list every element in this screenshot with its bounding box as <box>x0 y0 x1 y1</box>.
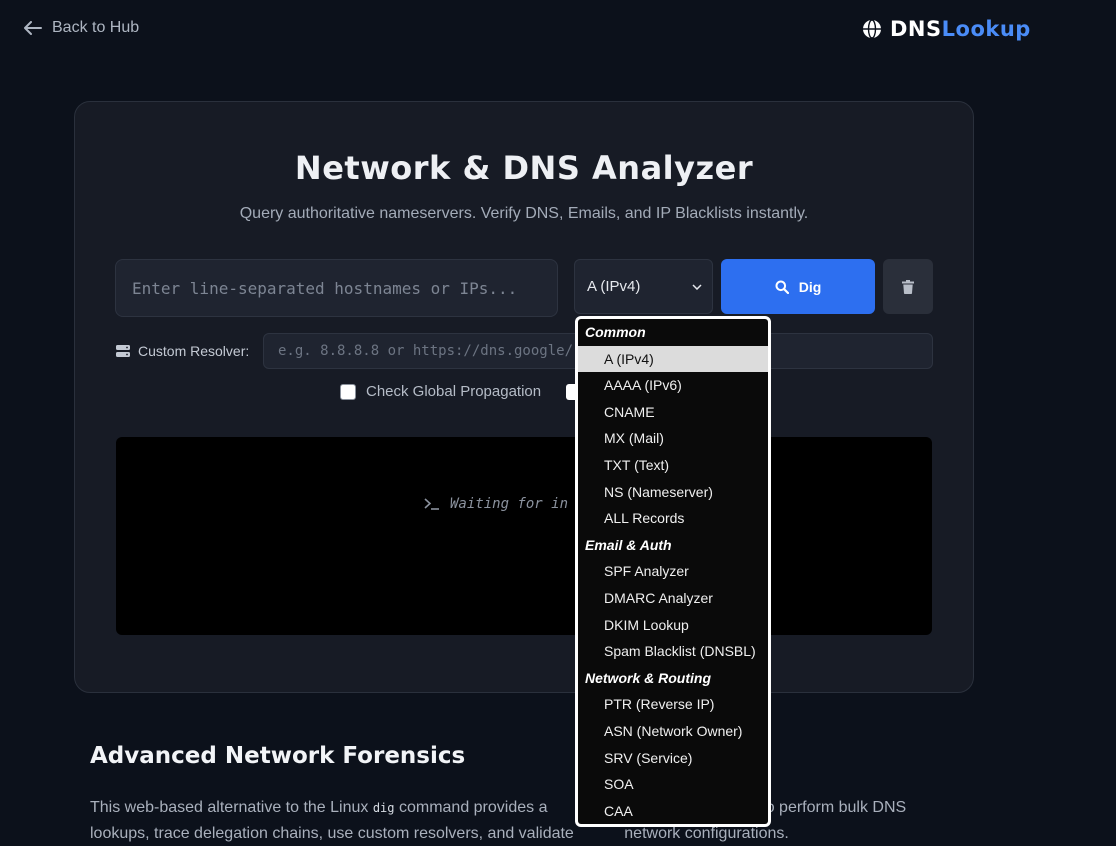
dig-button[interactable]: Dig <box>721 259 875 314</box>
search-icon <box>775 280 789 294</box>
dig-button-label: Dig <box>798 278 822 295</box>
record-type-select[interactable]: A (IPv4) <box>574 259 713 314</box>
global-propagation-checkbox[interactable] <box>340 383 356 400</box>
global-propagation-option[interactable]: Check Global Propagation <box>340 383 541 400</box>
forensics-section-text: This web-based alternative to the Linux … <box>90 795 970 846</box>
dropdown-option[interactable]: AAAA (IPv6) <box>578 372 768 399</box>
brand-logo[interactable]: DNSLookup <box>862 17 1031 41</box>
chevron-down-icon <box>692 283 702 290</box>
server-icon <box>116 345 130 357</box>
dropdown-option[interactable]: CAA <box>578 798 768 824</box>
back-to-hub-link[interactable]: Back to Hub <box>24 19 139 37</box>
terminal-prompt-icon <box>424 498 439 510</box>
dropdown-option[interactable]: SPF Analyzer <box>578 558 768 585</box>
back-to-hub-label: Back to Hub <box>52 19 140 36</box>
dropdown-option[interactable]: Spam Blacklist (DNSBL) <box>578 638 768 665</box>
section-text-pre: This web-based alternative to the Linux <box>90 799 373 816</box>
waiting-message: Waiting for in <box>424 496 568 512</box>
dropdown-group-label: Network & Routing <box>585 669 711 686</box>
section-text-line2a: lookups, trace delegation chains, use cu… <box>90 825 579 842</box>
dropdown-option[interactable]: PTR (Reverse IP) <box>578 691 768 718</box>
globe-icon <box>863 19 881 39</box>
dropdown-option[interactable]: DMARC Analyzer <box>578 585 768 612</box>
dropdown-group-label: Email & Auth <box>585 536 672 553</box>
arrow-left-icon <box>24 21 42 35</box>
page-title: Network & DNS Analyzer <box>294 149 754 187</box>
section-text-mid: command provides a <box>394 799 548 816</box>
dropdown-option[interactable]: SRV (Service) <box>578 745 768 772</box>
global-propagation-label: Check Global Propagation <box>366 383 542 400</box>
brand-name-part2: Lookup <box>941 17 1031 41</box>
forensics-section-title: Advanced Network Forensics <box>90 743 466 769</box>
dropdown-option[interactable]: ASN (Network Owner) <box>578 718 768 745</box>
custom-resolver-label: Custom Resolver: <box>116 343 249 359</box>
dropdown-option[interactable]: MX (Mail) <box>578 425 768 452</box>
custom-resolver-placeholder: e.g. 8.8.8.8 or https://dns.google/r <box>278 343 582 359</box>
clear-button[interactable] <box>883 259 933 314</box>
brand-name-part1: DNS <box>890 17 942 41</box>
dropdown-option[interactable]: A (IPv4) <box>578 345 768 373</box>
dropdown-option[interactable]: NS (Nameserver) <box>578 479 768 506</box>
dropdown-option[interactable]: DKIM Lookup <box>578 612 768 639</box>
custom-resolver-text: Custom Resolver: <box>138 343 250 359</box>
results-terminal <box>116 437 932 635</box>
dropdown-option[interactable]: CNAME <box>578 399 768 426</box>
page-subtitle: Query authoritative nameservers. Verify … <box>239 205 809 222</box>
waiting-text: Waiting for in <box>450 496 569 512</box>
record-type-dropdown[interactable]: Common A (IPv4) AAAA (IPv6) CNAME MX (Mail) T… <box>575 316 771 827</box>
record-type-value: A (IPv4) <box>587 278 641 295</box>
dropdown-option[interactable]: TXT (Text) <box>578 452 768 479</box>
hostnames-placeholder: Enter line-separated hostnames or IPs... <box>132 278 518 298</box>
dig-code: dig <box>372 801 395 815</box>
section-text-line2b: network configurations. <box>624 825 789 842</box>
hostnames-input[interactable]: Enter line-separated hostnames or IPs... <box>115 259 558 317</box>
record-type-list: Common A (IPv4) AAAA (IPv6) CNAME MX (Mail) T… <box>578 319 768 824</box>
dropdown-option[interactable]: ALL Records <box>578 505 768 532</box>
trash-icon <box>902 279 914 294</box>
dropdown-group-label: Common <box>585 324 646 340</box>
dropdown-option[interactable]: SOA <box>578 771 768 798</box>
